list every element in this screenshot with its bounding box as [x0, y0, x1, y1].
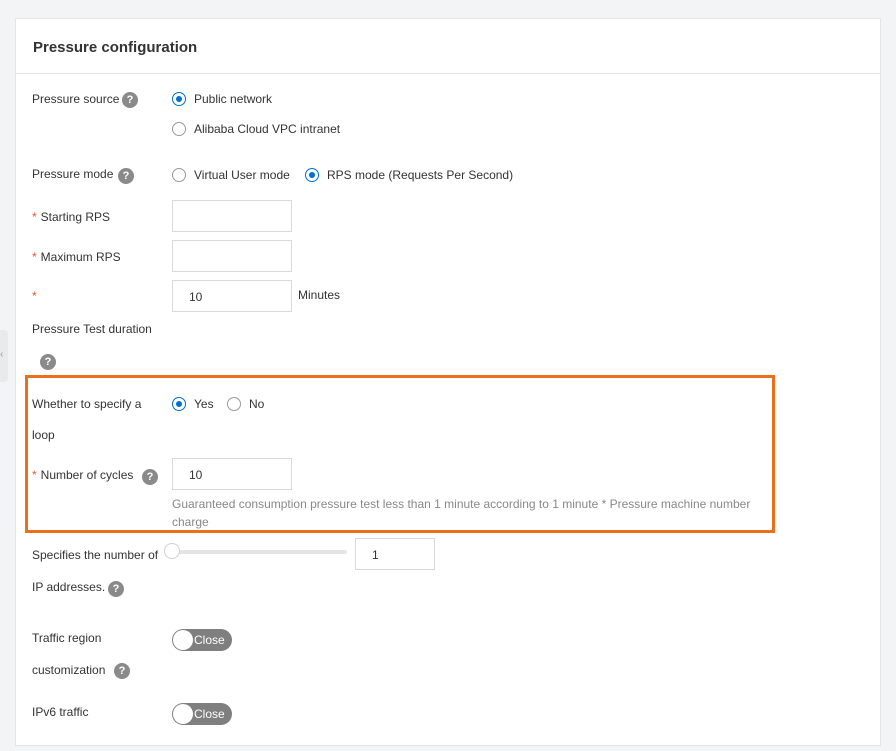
radio-unchecked-icon — [227, 397, 241, 411]
maximum-rps-input[interactable] — [172, 240, 292, 272]
ip-count-label-line1: Specifies the number of — [32, 548, 159, 562]
panel-header: Pressure configuration — [16, 19, 880, 74]
ipv6-switch[interactable]: Close — [172, 703, 232, 725]
radio-vpc-intranet[interactable]: Alibaba Cloud VPC intranet — [172, 122, 340, 136]
ip-count-input[interactable]: 1 — [355, 538, 435, 570]
maximum-rps-label: * Maximum RPS — [32, 250, 121, 264]
radio-checked-icon — [172, 397, 186, 411]
help-icon[interactable]: ? — [40, 354, 56, 370]
help-icon[interactable]: ? — [142, 469, 158, 485]
pressure-source-label: Pressure source — [32, 92, 120, 106]
help-icon[interactable]: ? — [108, 581, 124, 597]
ipv6-label: IPv6 traffic — [32, 705, 89, 719]
traffic-region-switch[interactable]: Close — [172, 629, 232, 651]
radio-unchecked-icon — [172, 122, 186, 136]
radio-virtual-user-mode[interactable]: Virtual User mode — [172, 168, 290, 182]
duration-input[interactable]: 10 — [172, 280, 292, 312]
cycles-input[interactable]: 10 — [172, 458, 292, 490]
switch-label: Close — [194, 707, 225, 721]
traffic-region-label-line1: Traffic region — [32, 631, 102, 645]
required-marker: * — [32, 210, 37, 224]
help-icon[interactable]: ? — [114, 663, 130, 679]
panel-title: Pressure configuration — [33, 39, 198, 56]
radio-loop-yes[interactable]: Yes — [172, 397, 214, 411]
chevron-left-icon: ‹ — [0, 349, 4, 360]
radio-unchecked-icon — [172, 168, 186, 182]
ip-count-slider-thumb[interactable] — [164, 543, 180, 559]
starting-rps-input[interactable] — [172, 200, 292, 232]
cycles-hint-line1: Guaranteed consumption pressure test les… — [172, 497, 751, 511]
loop-label-line2: loop — [32, 428, 55, 442]
duration-unit: Minutes — [298, 288, 341, 302]
switch-label: Close — [194, 633, 225, 647]
help-icon[interactable]: ? — [118, 168, 134, 184]
radio-public-network[interactable]: Public network — [172, 92, 272, 106]
help-icon[interactable]: ? — [122, 92, 138, 108]
cycles-hint-line2: charge — [172, 515, 209, 529]
switch-knob — [173, 630, 193, 650]
required-marker: * — [32, 289, 37, 303]
radio-checked-icon — [172, 92, 186, 106]
radio-loop-no[interactable]: No — [227, 397, 264, 411]
starting-rps-label: * Starting RPS — [32, 210, 111, 224]
pressure-mode-label: Pressure mode — [32, 167, 114, 181]
required-marker: * — [32, 250, 37, 264]
duration-label: Pressure Test duration — [32, 322, 152, 336]
radio-rps-mode[interactable]: RPS mode (Requests Per Second) — [305, 168, 513, 182]
radio-checked-icon — [305, 168, 319, 182]
switch-knob — [173, 704, 193, 724]
cycles-label: * Number of cycles — [32, 468, 134, 482]
side-collapse-handle[interactable]: ‹ — [0, 330, 8, 382]
traffic-region-label-line2: customization — [32, 663, 106, 677]
loop-label-line1: Whether to specify a — [32, 397, 142, 411]
ip-count-slider-track[interactable] — [172, 550, 347, 554]
ip-count-label-line2: IP addresses. — [32, 580, 106, 594]
required-marker: * — [32, 468, 37, 482]
